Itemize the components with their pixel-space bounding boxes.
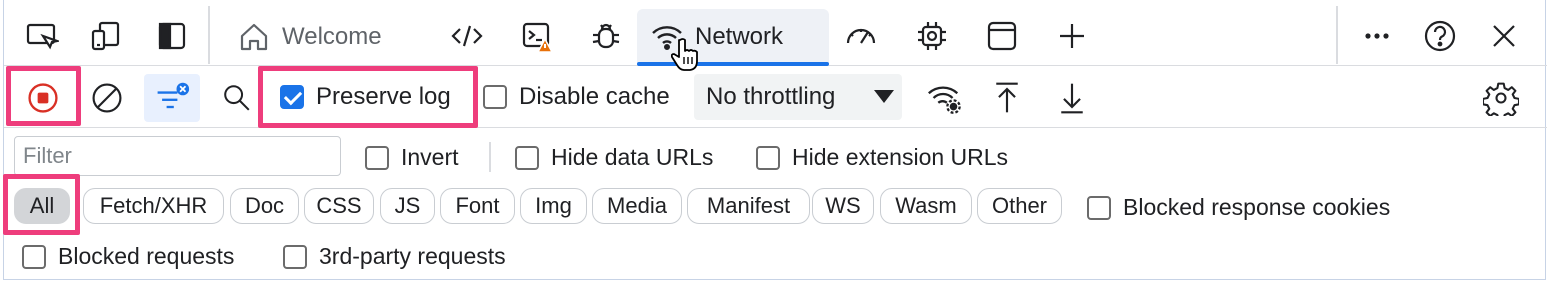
upload-icon[interactable] [988,78,1026,118]
search-icon[interactable] [218,79,256,117]
filter-separator [489,142,491,172]
settings-gear-icon[interactable] [1481,78,1521,118]
hide-data-urls-check[interactable] [515,145,539,170]
network-conditions-icon[interactable] [924,78,964,118]
tab-welcome-label: Welcome [282,22,382,50]
type-filter-font[interactable]: Font [440,188,515,224]
more-icon[interactable] [1357,16,1397,56]
elements-code-icon[interactable] [447,16,487,56]
hide-extension-urls-checkbox[interactable]: Hide extension URLs [756,144,1008,171]
tab-strip: Welcome Network [4,0,1547,71]
chevron-down-icon [874,90,894,103]
third-party-requests-label: 3rd-party requests [319,243,506,269]
hide-data-urls-label: Hide data URLs [551,144,714,170]
invert-label: Invert [401,144,459,170]
type-filter-img[interactable]: Img [520,188,587,224]
throttling-select[interactable]: No throttling [694,74,902,120]
tab-separator [208,6,210,64]
hide-data-urls-checkbox[interactable]: Hide data URLs [515,144,713,171]
close-icon[interactable] [1484,16,1524,56]
blocked-requests-label: Blocked requests [58,243,235,269]
blocked-response-cookies-label: Blocked response cookies [1123,194,1391,220]
preserve-log-checkbox[interactable]: Preserve log [280,83,451,111]
hide-extension-urls-check[interactable] [756,145,780,170]
blocked-response-cookies-check[interactable] [1087,195,1111,220]
type-filter-fetch-xhr[interactable]: Fetch/XHR [83,188,224,224]
blocked-requests-checkbox[interactable]: Blocked requests [22,243,234,270]
hide-extension-urls-label: Hide extension URLs [792,144,1009,170]
type-filter-other[interactable]: Other [977,188,1062,224]
type-filter-manifest[interactable]: Manifest [687,188,810,224]
third-party-requests-checkbox[interactable]: 3rd-party requests [283,243,506,270]
performance-gauge-icon[interactable] [841,16,881,56]
type-filter-all[interactable]: All [14,188,70,224]
dock-sidebar-icon[interactable] [152,16,192,56]
tab-separator [1336,6,1338,64]
blocked-response-cookies-checkbox[interactable]: Blocked response cookies [1087,194,1390,221]
help-icon[interactable] [1420,16,1460,56]
console-icon[interactable] [518,16,558,56]
type-filter-ws[interactable]: WS [812,188,874,224]
tab-network[interactable]: Network [637,9,829,71]
type-filter-css[interactable]: CSS [304,188,374,224]
device-mode-icon[interactable] [86,16,126,56]
type-filter-js[interactable]: JS [380,188,435,224]
record-icon[interactable] [24,79,62,117]
preserve-log-check[interactable] [280,85,304,109]
disable-cache-checkbox[interactable]: Disable cache [483,83,670,111]
invert-check[interactable] [365,145,389,170]
third-party-requests-check[interactable] [283,244,307,269]
clear-icon[interactable] [88,79,126,117]
blocked-requests-check[interactable] [22,244,46,269]
type-filter-doc[interactable]: Doc [230,188,299,224]
invert-checkbox[interactable]: Invert [365,144,459,171]
application-window-icon[interactable] [982,16,1022,56]
devtools-panel: Welcome Network Preserve log Disable cac… [3,0,1547,280]
bug-icon[interactable] [586,16,626,56]
disable-cache-label: Disable cache [519,83,670,110]
device-toolbar-icon[interactable] [22,16,62,56]
plus-icon[interactable] [1052,16,1092,56]
preserve-log-label: Preserve log [316,83,451,110]
download-icon[interactable] [1053,78,1091,118]
cpu-chip-icon[interactable] [912,16,952,56]
home-icon [236,19,272,55]
tab-network-label: Network [695,22,784,50]
disable-cache-check[interactable] [483,85,507,109]
throttling-value: No throttling [706,83,836,110]
filter-icon[interactable] [144,74,200,122]
type-filter-media[interactable]: Media [592,188,682,224]
type-filter-wasm[interactable]: Wasm [880,188,972,224]
network-toolbar: Preserve log Disable cache No throttling [4,66,1547,128]
filter-input[interactable] [14,136,341,176]
tab-welcome[interactable]: Welcome [236,9,382,64]
